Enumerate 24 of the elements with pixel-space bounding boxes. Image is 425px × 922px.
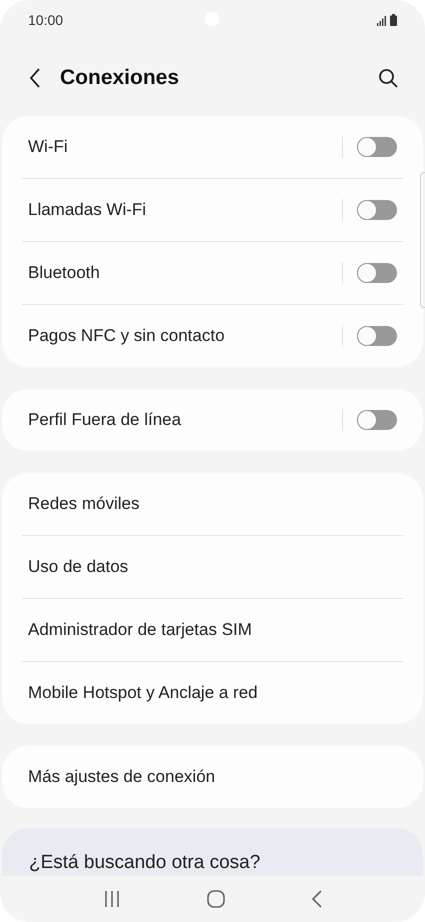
setting-label[interactable]: Redes móviles: [28, 494, 397, 514]
toggle-switch[interactable]: [357, 263, 397, 283]
setting-label[interactable]: Más ajustes de conexión: [28, 767, 397, 787]
signal-icon: [377, 16, 387, 26]
status-time: 10:00: [28, 12, 64, 28]
setting-label[interactable]: Uso de datos: [28, 557, 397, 577]
setting-label[interactable]: Pagos NFC y sin contacto: [28, 326, 342, 346]
search-icon[interactable]: [378, 68, 398, 88]
toggle-switch[interactable]: [357, 200, 397, 220]
back-icon[interactable]: [29, 68, 41, 88]
suggestion-title: ¿Está buscando otra cosa?: [29, 851, 262, 874]
recent-apps-icon[interactable]: [104, 890, 120, 908]
setting-label[interactable]: Administrador de tarjetas SIM: [28, 620, 397, 640]
toggle-switch[interactable]: [357, 410, 397, 430]
setting-label[interactable]: Llamadas Wi-Fi: [28, 200, 342, 220]
home-icon[interactable]: [206, 890, 224, 908]
setting-label[interactable]: Bluetooth: [28, 263, 342, 283]
battery-icon: [390, 14, 397, 26]
setting-label[interactable]: Mobile Hotspot y Anclaje a red: [28, 683, 397, 703]
page-title: Conexiones: [60, 66, 180, 90]
setting-label[interactable]: Wi-Fi: [28, 137, 342, 157]
setting-label[interactable]: Perfil Fuera de línea: [28, 410, 342, 430]
toggle-switch[interactable]: [357, 326, 397, 346]
toggle-switch[interactable]: [357, 137, 397, 157]
